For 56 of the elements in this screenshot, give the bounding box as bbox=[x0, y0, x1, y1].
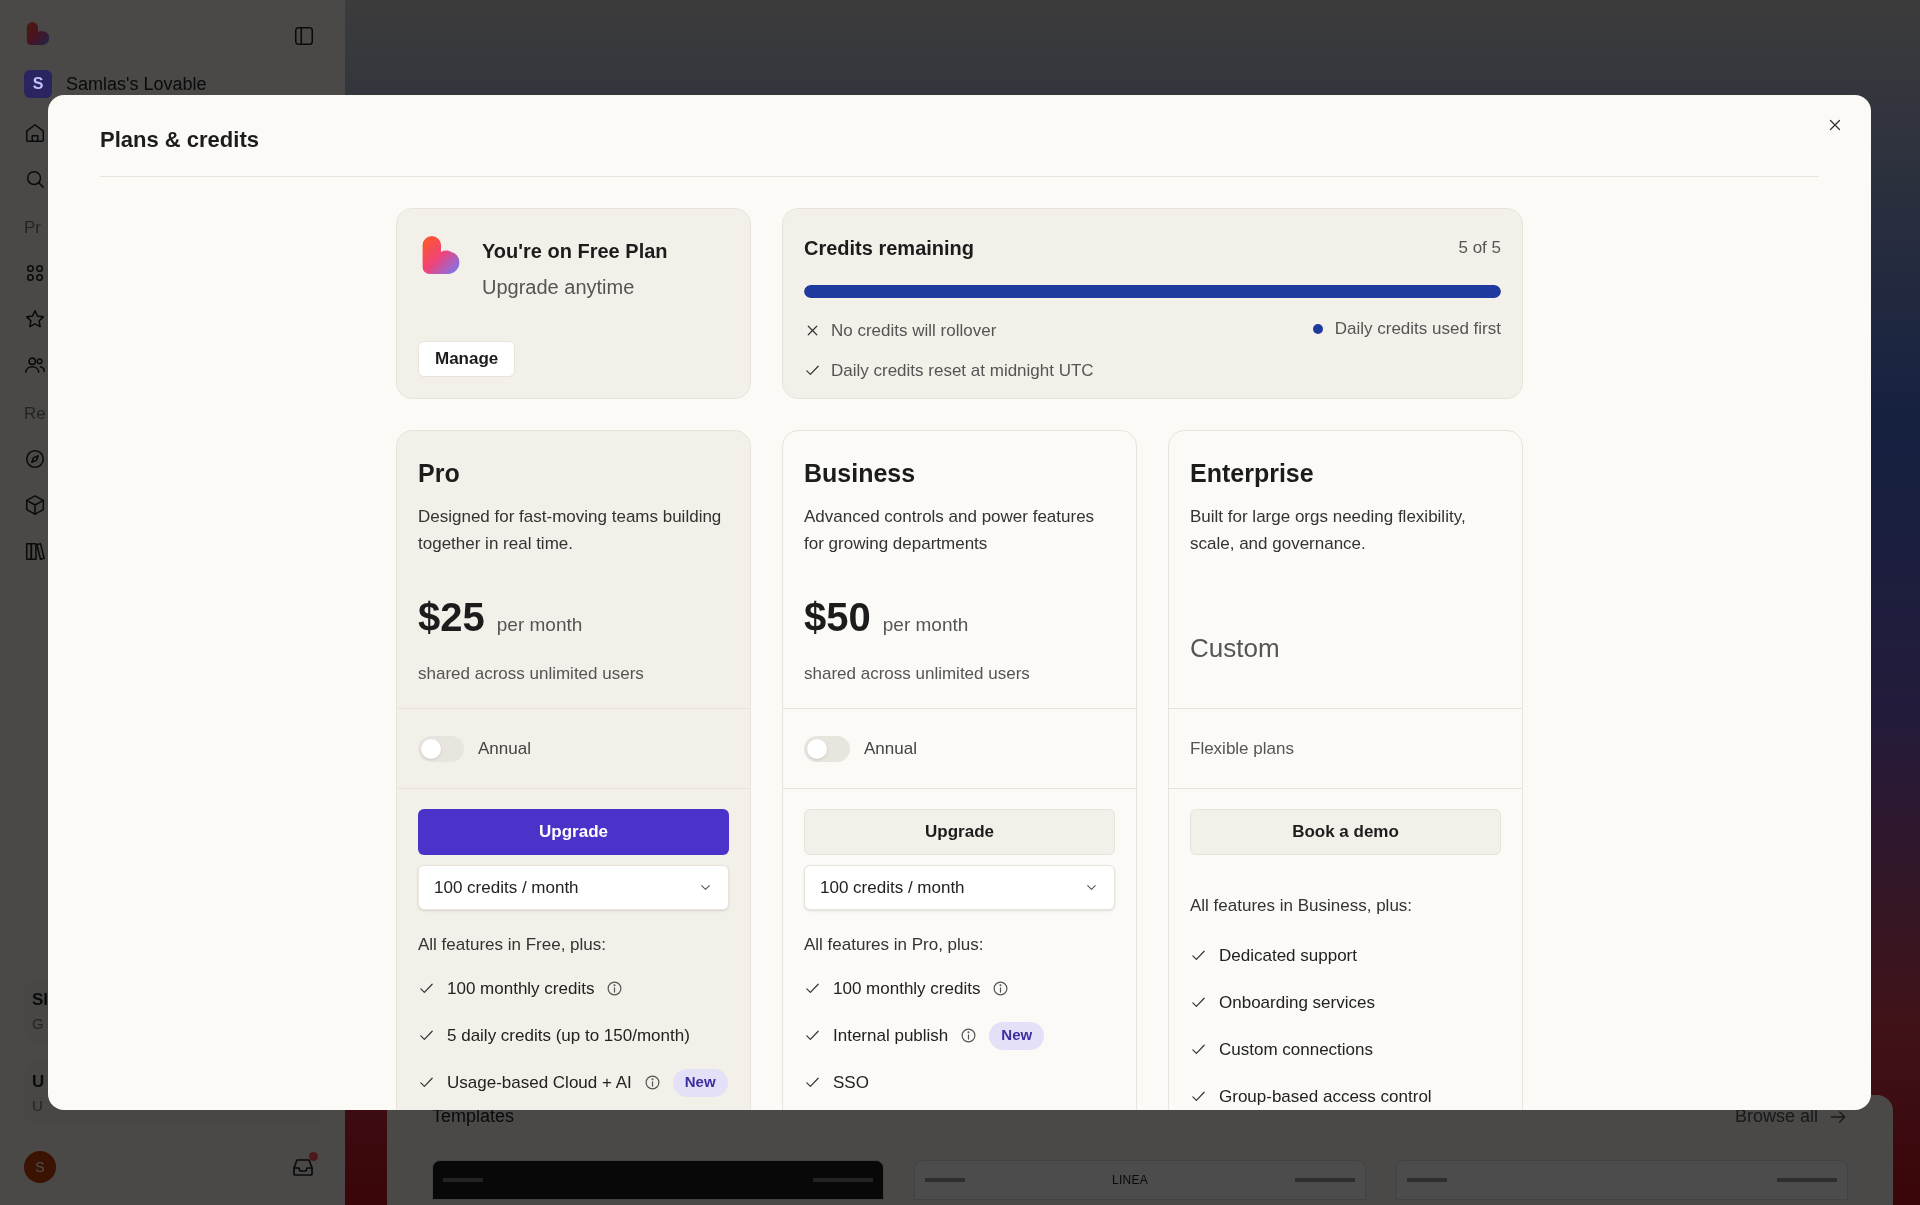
legend-text: Daily credits used first bbox=[1334, 318, 1501, 341]
feature-text: Custom connections bbox=[1219, 1038, 1374, 1061]
plan-description: Designed for fast-moving teams building together in real time. bbox=[418, 505, 723, 555]
annual-toggle[interactable] bbox=[804, 735, 850, 762]
toggle-label: Annual bbox=[864, 737, 917, 760]
dialog-title: Plans & credits bbox=[100, 126, 259, 154]
price: $25 bbox=[418, 593, 485, 641]
feature-text: Group-based access control bbox=[1219, 1085, 1432, 1108]
features-heading: All features in Business, plus: bbox=[1190, 895, 1414, 917]
credits-dropdown[interactable]: 100 credits / month bbox=[418, 865, 729, 910]
manage-button[interactable]: Manage bbox=[418, 341, 516, 377]
note-text: No credits will rollover bbox=[831, 320, 997, 342]
info-icon[interactable] bbox=[960, 1027, 978, 1044]
plan-description: Built for large orgs needing flexibility, scale, and governance. bbox=[1190, 505, 1467, 555]
feature-text: Dedicated support bbox=[1219, 944, 1357, 967]
plan-button[interactable]: Book a demo bbox=[1190, 809, 1501, 855]
feature-text: 5 daily credits (up to 150/month) bbox=[447, 1024, 690, 1047]
card-title: U bbox=[32, 1071, 46, 1093]
plan-name: Business bbox=[804, 458, 917, 489]
credits-dropdown[interactable]: 100 credits / month bbox=[804, 865, 1115, 910]
feature-text: Usage-based Cloud + AI bbox=[447, 1071, 632, 1094]
section-title: Templates bbox=[432, 1105, 515, 1128]
plan-title: You're on Free Plan bbox=[482, 239, 668, 264]
price: Custom bbox=[1190, 632, 1280, 665]
features-heading: All features in Free, plus: bbox=[418, 934, 608, 956]
new-badge: New bbox=[672, 1068, 728, 1097]
plan-subtitle: Upgrade anytime bbox=[482, 275, 636, 300]
feature-text: 100 monthly credits bbox=[833, 977, 981, 1000]
plan-button[interactable]: Upgrade bbox=[804, 809, 1115, 855]
price-period: per month bbox=[496, 612, 583, 637]
feature-text: 100 monthly credits bbox=[447, 977, 595, 1000]
price-period: per month bbox=[882, 612, 969, 637]
feature-text: Onboarding services bbox=[1219, 991, 1375, 1014]
new-badge: New bbox=[989, 1021, 1045, 1050]
toggle-label: Annual bbox=[478, 737, 531, 760]
workspace-avatar: S bbox=[24, 70, 52, 98]
plan-option-text: Flexible plans bbox=[1190, 737, 1294, 760]
credits-title: Credits remaining bbox=[804, 236, 975, 261]
card-title: Sl bbox=[32, 989, 50, 1011]
price: $50 bbox=[804, 593, 871, 641]
info-icon[interactable] bbox=[643, 1074, 661, 1091]
plan-description: Advanced controls and power features for growing departments bbox=[804, 505, 1096, 555]
plan-name: Enterprise bbox=[1190, 458, 1315, 489]
features-heading: All features in Pro, plus: bbox=[804, 934, 985, 956]
info-icon[interactable] bbox=[992, 980, 1010, 997]
feature-text: SSO bbox=[833, 1071, 869, 1094]
note-text: Daily credits reset at midnight UTC bbox=[831, 359, 1094, 382]
thumbnail-title: LINEA bbox=[1111, 1172, 1149, 1189]
price-note: shared across unlimited users bbox=[418, 662, 645, 685]
annual-toggle[interactable] bbox=[418, 735, 464, 762]
feature-text: Internal publish bbox=[833, 1024, 949, 1047]
price-note: shared across unlimited users bbox=[804, 662, 1031, 685]
info-icon[interactable] bbox=[606, 980, 624, 997]
credits-count: 5 of 5 bbox=[1458, 237, 1501, 260]
plan-button[interactable]: Upgrade bbox=[418, 809, 729, 855]
plan-name: Pro bbox=[418, 458, 461, 489]
